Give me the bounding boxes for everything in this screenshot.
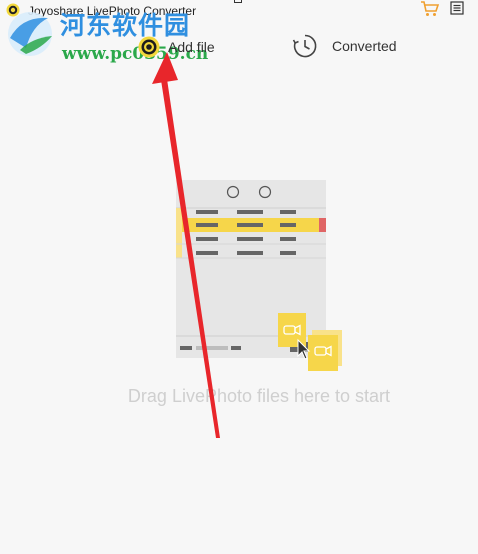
add-file-label: Add file [168, 39, 215, 55]
drop-hint: Drag LivePhoto files here to start [127, 386, 391, 406]
window-title: Joyoshare LivePhoto Converter [28, 4, 197, 18]
clock-icon [292, 34, 317, 58]
drag-illustration [176, 180, 342, 371]
video-camera-icon [308, 330, 342, 371]
add-file-button[interactable]: Add file [138, 36, 215, 58]
converted-button[interactable]: Converted [292, 33, 397, 59]
title-bar: Joyoshare LivePhoto Converter [0, 0, 478, 22]
drop-zone[interactable]: Drag LivePhoto files here to start [0, 72, 478, 554]
menu-icon[interactable] [450, 1, 464, 15]
add-file-icon [138, 36, 160, 58]
shopping-cart-icon[interactable] [420, 0, 440, 18]
app-window: Joyoshare LivePhoto Converter 河东软件园 www.… [0, 0, 478, 554]
app-logo-icon [6, 3, 20, 17]
converted-label: Converted [332, 38, 397, 54]
window-control-icon[interactable] [234, 0, 242, 3]
video-file-icon [278, 313, 306, 347]
